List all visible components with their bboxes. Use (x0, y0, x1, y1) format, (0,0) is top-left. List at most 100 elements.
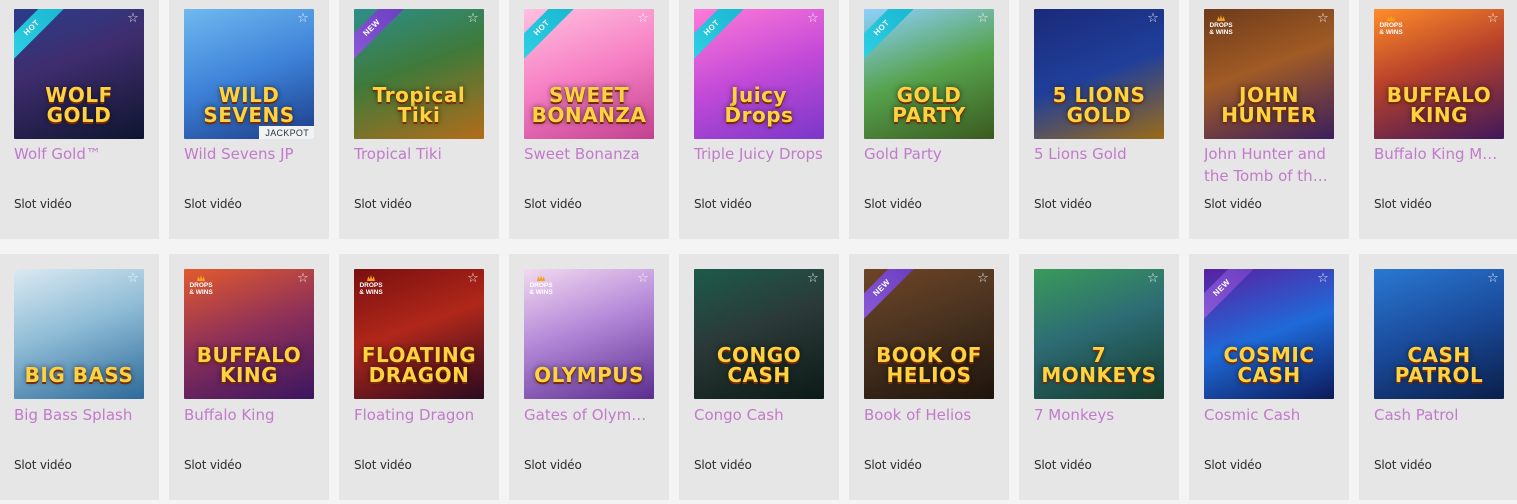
game-logo: WILD SEVENS (203, 83, 295, 127)
game-title[interactable]: Gold Party (864, 143, 994, 165)
game-card[interactable]: CASH PATROL ☆ Cash Patrol Slot vidéo (1359, 254, 1517, 500)
game-card[interactable]: BUFFALO KING DROPS & WINS ☆ Buffalo King Slo… (169, 254, 329, 500)
game-thumbnail[interactable]: BOOK OF HELIOS NEW ☆ (864, 269, 994, 399)
star-icon[interactable]: ☆ (976, 11, 990, 25)
game-logo: BOOK OF HELIOS (876, 343, 982, 387)
game-card[interactable]: Tropical Tiki NEW ☆ Tropical Tiki Slot vidéo (339, 0, 499, 239)
game-type-label: Slot vidéo (694, 458, 752, 472)
star-icon[interactable]: ☆ (636, 11, 650, 25)
star-icon[interactable]: ☆ (296, 11, 310, 25)
game-thumbnail[interactable]: CASH PATROL ☆ (1374, 269, 1504, 399)
game-type-label: Slot vidéo (864, 458, 922, 472)
game-logo: BIG BASS (24, 363, 134, 387)
game-card[interactable]: BOOK OF HELIOS NEW ☆ Book of Helios Slot vid… (849, 254, 1009, 500)
game-title[interactable]: Floating Dragon (354, 404, 484, 426)
game-card[interactable]: GOLD PARTY HOT ☆ Gold Party Slot vidéo (849, 0, 1009, 239)
game-grid: WOLF GOLD HOT ☆ Wolf Gold™ Slot vidéo WILD SE… (0, 0, 1517, 504)
game-title[interactable]: Buffalo King (184, 404, 314, 426)
game-thumbnail[interactable]: COSMIC CASH NEW ☆ (1204, 269, 1334, 399)
game-title[interactable]: Big Bass Splash (14, 404, 144, 426)
game-logo: Tropical Tiki (372, 83, 466, 127)
star-icon[interactable]: ☆ (806, 11, 820, 25)
game-card[interactable]: BIG BASS ☆ Big Bass Splash Slot vidéo (0, 254, 159, 500)
game-logo: OLYMPUS (534, 363, 644, 387)
game-thumbnail[interactable]: GOLD PARTY HOT ☆ (864, 9, 994, 139)
game-type-label: Slot vidéo (184, 197, 242, 211)
game-thumbnail[interactable]: SWEET BONANZA HOT ☆ (524, 9, 654, 139)
game-title[interactable]: Gates of Olympus (524, 404, 654, 426)
game-thumbnail[interactable]: 5 LIONS GOLD ☆ (1034, 9, 1164, 139)
game-card[interactable]: CONGO CASH ☆ Congo Cash Slot vidéo (679, 254, 839, 500)
game-logo: JOHN HUNTER (1221, 83, 1317, 127)
game-logo: GOLD PARTY (892, 83, 966, 127)
game-title[interactable]: Buffalo King Megaways (1374, 143, 1504, 165)
star-icon[interactable]: ☆ (806, 271, 820, 285)
game-card[interactable]: BUFFALO KING DROPS & WINS ☆ Buffalo King Me… (1359, 0, 1517, 239)
game-title[interactable]: Congo Cash (694, 404, 824, 426)
game-title[interactable]: Sweet Bonanza (524, 143, 654, 165)
star-icon[interactable]: ☆ (636, 271, 650, 285)
star-icon[interactable]: ☆ (976, 271, 990, 285)
game-logo: BUFFALO KING (196, 343, 302, 387)
game-thumbnail[interactable]: 7 MONKEYS ☆ (1034, 269, 1164, 399)
game-card[interactable]: 5 LIONS GOLD ☆ 5 Lions Gold Slot vidéo (1019, 0, 1179, 239)
game-logo: WOLF GOLD (45, 83, 113, 127)
star-icon[interactable]: ☆ (1486, 11, 1500, 25)
game-title[interactable]: 5 Lions Gold (1034, 143, 1164, 165)
star-icon[interactable]: ☆ (1316, 11, 1330, 25)
game-thumbnail[interactable]: FLOATING DRAGON DROPS & WINS ☆ (354, 269, 484, 399)
star-icon[interactable]: ☆ (126, 271, 140, 285)
game-title[interactable]: Wild Sevens JP (184, 143, 314, 165)
game-thumbnail[interactable]: WILD SEVENS JACKPOT ☆ (184, 9, 314, 139)
game-title[interactable]: Wolf Gold™ (14, 143, 144, 165)
game-card[interactable]: OLYMPUS DROPS & WINS ☆ Gates of Olympus Slot… (509, 254, 669, 500)
star-icon[interactable]: ☆ (1146, 271, 1160, 285)
game-logo: FLOATING DRAGON (361, 343, 477, 387)
game-thumbnail[interactable]: BIG BASS ☆ (14, 269, 144, 399)
star-icon[interactable]: ☆ (296, 271, 310, 285)
row-separator (0, 239, 1517, 254)
game-card[interactable]: SWEET BONANZA HOT ☆ Sweet Bonanza Slot vidéo (509, 0, 669, 239)
game-card[interactable]: FLOATING DRAGON DROPS & WINS ☆ Floating Dra… (339, 254, 499, 500)
game-card[interactable]: WOLF GOLD HOT ☆ Wolf Gold™ Slot vidéo (0, 0, 159, 239)
game-card[interactable]: JOHN HUNTER DROPS & WINS ☆ John Hunter and … (1189, 0, 1349, 239)
drops-and-wins-badge: DROPS & WINS (358, 275, 384, 296)
star-icon[interactable]: ☆ (1316, 271, 1330, 285)
game-card[interactable]: Juicy Drops HOT ☆ Triple Juicy Drops Slot vi… (679, 0, 839, 239)
drops-and-wins-badge: DROPS & WINS (528, 275, 554, 296)
game-title[interactable]: Tropical Tiki (354, 143, 484, 165)
game-title[interactable]: Triple Juicy Drops (694, 143, 824, 165)
game-type-label: Slot vidéo (14, 458, 72, 472)
game-type-label: Slot vidéo (524, 458, 582, 472)
game-thumbnail[interactable]: WOLF GOLD HOT ☆ (14, 9, 144, 139)
game-type-label: Slot vidéo (694, 197, 752, 211)
game-thumbnail[interactable]: BUFFALO KING DROPS & WINS ☆ (184, 269, 314, 399)
game-title[interactable]: John Hunter and the Tomb of the Scarab Q… (1204, 143, 1334, 187)
drops-and-wins-badge: DROPS & WINS (1208, 15, 1234, 36)
game-logo: 5 LIONS GOLD (1052, 83, 1146, 127)
game-thumbnail[interactable]: OLYMPUS DROPS & WINS ☆ (524, 269, 654, 399)
game-type-label: Slot vidéo (1034, 458, 1092, 472)
star-icon[interactable]: ☆ (466, 271, 480, 285)
game-card[interactable]: WILD SEVENS JACKPOT ☆ Wild Sevens JP Slot vi… (169, 0, 329, 239)
game-title[interactable]: 7 Monkeys (1034, 404, 1164, 426)
game-type-label: Slot vidéo (1374, 458, 1432, 472)
star-icon[interactable]: ☆ (126, 11, 140, 25)
game-title[interactable]: Cash Patrol (1374, 404, 1504, 426)
game-card[interactable]: 7 MONKEYS ☆ 7 Monkeys Slot vidéo (1019, 254, 1179, 500)
game-title[interactable]: Book of Helios (864, 404, 994, 426)
star-icon[interactable]: ☆ (1146, 11, 1160, 25)
drops-and-wins-badge: DROPS & WINS (1378, 15, 1404, 36)
game-logo: CASH PATROL (1394, 343, 1484, 387)
game-thumbnail[interactable]: Tropical Tiki NEW ☆ (354, 9, 484, 139)
game-thumbnail[interactable]: JOHN HUNTER DROPS & WINS ☆ (1204, 9, 1334, 139)
star-icon[interactable]: ☆ (466, 11, 480, 25)
game-type-label: Slot vidéo (1204, 197, 1262, 211)
game-thumbnail[interactable]: Juicy Drops HOT ☆ (694, 9, 824, 139)
star-icon[interactable]: ☆ (1486, 271, 1500, 285)
game-title[interactable]: Cosmic Cash (1204, 404, 1334, 426)
game-thumbnail[interactable]: CONGO CASH ☆ (694, 269, 824, 399)
game-thumbnail[interactable]: BUFFALO KING DROPS & WINS ☆ (1374, 9, 1504, 139)
game-card[interactable]: COSMIC CASH NEW ☆ Cosmic Cash Slot vidéo (1189, 254, 1349, 500)
game-type-label: Slot vidéo (184, 458, 242, 472)
